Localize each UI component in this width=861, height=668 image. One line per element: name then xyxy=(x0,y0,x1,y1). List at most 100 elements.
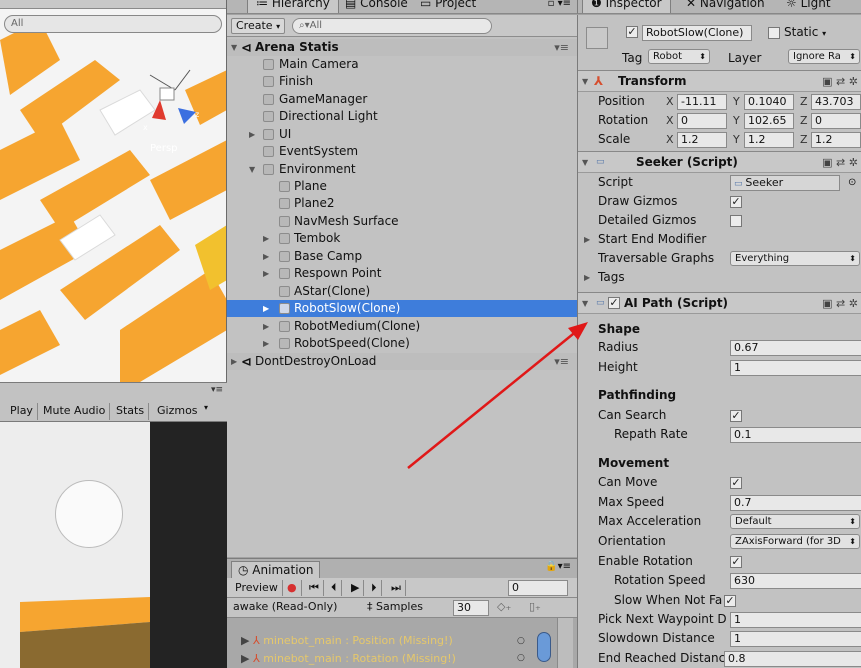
anim-track-position[interactable]: ▶ ⅄ minebot_main : Position (Missing!) xyxy=(241,634,453,647)
can-search-checkbox[interactable]: ✓ xyxy=(730,410,742,422)
draw-gizmos-checkbox[interactable]: ✓ xyxy=(730,196,742,208)
tab-console[interactable]: ▤ Console xyxy=(337,0,416,13)
list-item[interactable]: ▶ Tembok xyxy=(227,230,577,247)
expand-arrow-icon[interactable]: ▶ xyxy=(263,318,269,335)
list-item[interactable]: GameManager xyxy=(227,91,577,108)
position-z-field[interactable]: 43.703 xyxy=(811,94,861,110)
record-icon[interactable]: ● xyxy=(283,580,302,596)
add-event-icon[interactable]: ▯₊ xyxy=(529,600,541,613)
expand-arrow-icon[interactable]: ▶ xyxy=(263,248,269,265)
tab-animation[interactable]: ◷ Animation xyxy=(231,561,321,579)
pick-next-input[interactable]: 1 xyxy=(730,612,861,628)
component-menu-icon[interactable]: ▣ ⇄ ✲ xyxy=(822,152,858,173)
expand-arrow-icon[interactable]: ▶ xyxy=(263,335,269,352)
list-item[interactable]: ▶ RobotSpeed(Clone) xyxy=(227,335,577,352)
expand-arrow-icon[interactable]: ▶ xyxy=(263,230,269,247)
aipath-enabled-checkbox[interactable]: ✓ xyxy=(608,297,620,309)
clip-dropdown[interactable]: awake (Read-Only) xyxy=(233,600,337,613)
position-y-field[interactable]: 0.1040 xyxy=(744,94,794,110)
list-item[interactable]: ▶ Respown Point xyxy=(227,265,577,282)
preview-button[interactable]: Preview xyxy=(231,580,283,596)
expand-arrow-icon[interactable]: ▶ xyxy=(249,126,255,143)
first-frame-icon[interactable]: ⏮ xyxy=(305,580,324,596)
hierarchy-panel[interactable]: ▼ ⊲ Arena Statis ▾≡ Main Camera Finish G… xyxy=(227,37,577,557)
list-item[interactable]: ▼ Environment xyxy=(227,161,577,178)
keyframe-dot-icon[interactable]: ○ xyxy=(517,653,525,663)
object-name-input[interactable]: RobotSlow(Clone) xyxy=(642,25,752,41)
tab-hierarchy[interactable]: ≔ Hierarchy xyxy=(247,0,339,13)
list-item[interactable]: EventSystem xyxy=(227,143,577,160)
detailed-gizmos-checkbox[interactable] xyxy=(730,215,742,227)
rotation-y-field[interactable]: 102.65 xyxy=(744,113,794,129)
repath-input[interactable]: 0.1 xyxy=(730,427,861,443)
zoom-slider-handle[interactable] xyxy=(537,632,551,662)
seeker-header[interactable]: ▼ ▭ Seeker (Script) ▣ ⇄ ✲ xyxy=(578,151,861,173)
anim-track-rotation[interactable]: ▶ ⅄ minebot_main : Rotation (Missing!) xyxy=(241,652,456,665)
expand-arrow-icon[interactable]: ▶ xyxy=(584,268,590,287)
expand-arrow-icon[interactable]: ▶ xyxy=(231,353,237,370)
collapse-arrow-icon[interactable]: ▼ xyxy=(582,293,588,314)
collapse-arrow-icon[interactable]: ▼ xyxy=(582,152,588,173)
scene-search-input[interactable]: All xyxy=(4,15,222,33)
static-checkbox[interactable] xyxy=(768,27,780,39)
play-button[interactable]: Play xyxy=(6,403,38,420)
next-frame-icon[interactable]: ⏵ xyxy=(367,580,382,596)
can-move-checkbox[interactable]: ✓ xyxy=(730,477,742,489)
list-item[interactable]: Directional Light xyxy=(227,108,577,125)
max-accel-dropdown[interactable]: Default ⬍ xyxy=(730,514,860,529)
collapse-arrow-icon[interactable]: ▼ xyxy=(249,161,255,178)
samples-input[interactable]: 30 xyxy=(453,600,489,616)
inspector-panel[interactable]: ✓ RobotSlow(Clone) Static ▾ Tag Robot ⬍ L… xyxy=(577,15,861,668)
position-x-field[interactable]: -11.11 xyxy=(677,94,727,110)
list-item-selected[interactable]: ▶ RobotSlow(Clone) xyxy=(227,300,577,317)
scrollbar[interactable] xyxy=(557,618,573,668)
expand-arrow-icon[interactable]: ▶ xyxy=(584,230,590,249)
scene-menu-icon[interactable]: ▾≡ xyxy=(554,39,569,56)
list-item[interactable]: Plane xyxy=(227,178,577,195)
height-input[interactable]: 1 xyxy=(730,360,861,376)
transform-header[interactable]: ▼ ⅄ Transform ▣ ⇄ ✲ xyxy=(578,70,861,92)
tag-dropdown[interactable]: Robot ⬍ xyxy=(648,49,710,64)
list-item[interactable]: AStar(Clone) xyxy=(227,283,577,300)
static-label[interactable]: Static ▾ xyxy=(784,25,826,39)
hierarchy-menu-icon[interactable]: ▫ ▾≡ xyxy=(548,0,571,9)
gizmos-dropdown-icon[interactable]: ▾ xyxy=(204,403,208,412)
persp-label[interactable]: Persp xyxy=(150,143,178,154)
list-item[interactable]: Plane2 xyxy=(227,195,577,212)
enable-rotation-checkbox[interactable]: ✓ xyxy=(730,556,742,568)
list-item[interactable]: ▶ UI xyxy=(227,126,577,143)
list-item[interactable]: ▶ RobotMedium(Clone) xyxy=(227,318,577,335)
frame-input[interactable]: 0 xyxy=(508,580,568,596)
object-picker-icon[interactable]: ⊙ xyxy=(848,173,856,192)
collapse-arrow-icon[interactable]: ▼ xyxy=(582,71,588,92)
traversable-dropdown[interactable]: Everything ⬍ xyxy=(730,251,860,266)
mute-audio-button[interactable]: Mute Audio xyxy=(39,403,111,420)
gizmos-button[interactable]: Gizmos xyxy=(153,403,202,420)
last-frame-icon[interactable]: ⏭ xyxy=(387,580,406,596)
prev-frame-icon[interactable]: ⏴ xyxy=(327,580,342,596)
tab-inspector[interactable]: ❶ Inspector xyxy=(582,0,671,13)
radius-input[interactable]: 0.67 xyxy=(730,340,861,356)
menu-icon[interactable]: ▾≡ xyxy=(211,385,223,395)
collapse-arrow-icon[interactable]: ▼ xyxy=(231,39,237,56)
tags-row[interactable]: ▶ Tags xyxy=(578,268,861,287)
add-keyframe-icon[interactable]: ◇₊ xyxy=(497,600,511,613)
tab-navigation[interactable]: ✕ Navigation xyxy=(678,0,773,13)
script-field[interactable]: ▭ Seeker xyxy=(730,175,840,191)
keyframe-dot-icon[interactable]: ○ xyxy=(517,636,525,646)
scene-view[interactable]: x z All Persp xyxy=(0,0,227,382)
list-item[interactable]: NavMesh Surface xyxy=(227,213,577,230)
list-item[interactable]: Finish xyxy=(227,73,577,90)
aipath-header[interactable]: ▼ ▭ ✓ AI Path (Script) ▣ ⇄ ✲ xyxy=(578,292,861,314)
tab-project[interactable]: ▭ Project xyxy=(412,0,484,13)
slowdown-input[interactable]: 1 xyxy=(730,631,861,647)
rotation-speed-input[interactable]: 630 xyxy=(730,573,861,589)
component-menu-icon[interactable]: ▣ ⇄ ✲ xyxy=(822,293,858,314)
dont-destroy-row[interactable]: ▶ ⊲ DontDestroyOnLoad ▾≡ xyxy=(227,353,577,370)
expand-arrow-icon[interactable]: ▶ xyxy=(263,300,269,317)
list-item[interactable]: Main Camera xyxy=(227,56,577,73)
lock-icon[interactable]: 🔒▾≡ xyxy=(545,561,571,572)
stats-button[interactable]: Stats xyxy=(112,403,150,420)
layer-dropdown[interactable]: Ignore Ra ⬍ xyxy=(788,49,860,64)
list-item[interactable]: ▶ Base Camp xyxy=(227,248,577,265)
